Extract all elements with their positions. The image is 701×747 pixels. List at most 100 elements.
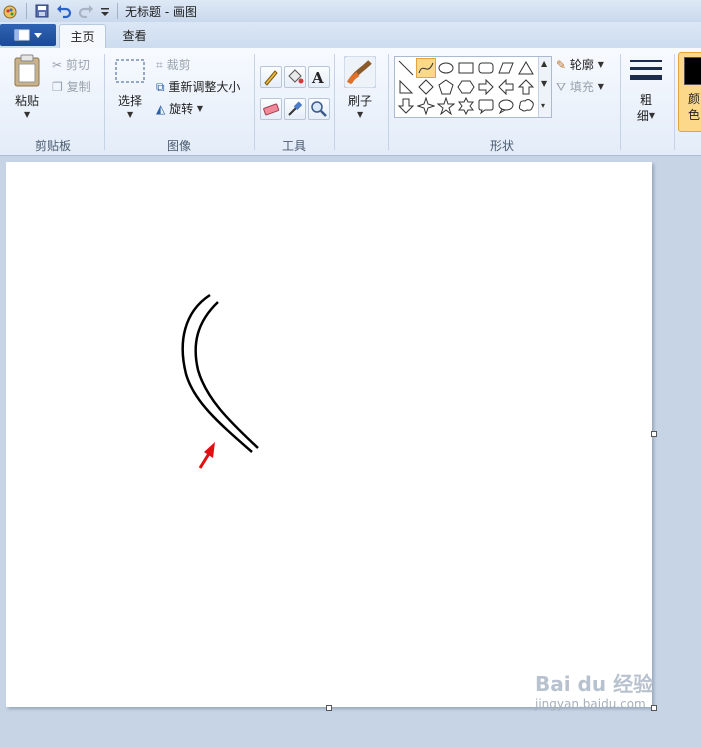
chevron-down-icon[interactable]: ▼ <box>24 110 30 119</box>
polygon-shape-icon[interactable] <box>497 59 515 77</box>
watermark-url: jingyan.baidu.com <box>535 697 646 711</box>
size-label-bottom-row: 细▼ <box>630 108 662 126</box>
left-arrow-shape-icon[interactable] <box>497 78 515 96</box>
current-color-swatch <box>684 57 701 85</box>
cloud-callout-shape-icon[interactable] <box>517 97 535 115</box>
select-icon[interactable] <box>114 58 146 87</box>
canvas-resize-handle-bottom[interactable] <box>326 705 332 711</box>
paint-menu-button[interactable] <box>0 24 56 46</box>
down-arrow-shape-icon[interactable] <box>397 97 415 115</box>
chevron-down-icon[interactable]: ▼ <box>127 110 133 119</box>
chevron-down-icon[interactable]: ▼ <box>541 79 547 88</box>
color-picker-icon[interactable] <box>284 98 306 120</box>
drawing-canvas[interactable] <box>6 162 652 707</box>
tools-group-label: 工具 <box>281 139 306 153</box>
rectangle-shape-icon[interactable] <box>457 59 475 77</box>
crop-button[interactable]: ⌗ 裁剪 <box>156 56 191 73</box>
magnifier-icon[interactable] <box>308 98 330 120</box>
crop-icon: ⌗ <box>156 58 163 72</box>
line-size-icon[interactable] <box>630 58 662 87</box>
watermark-brand: Bai du 经验 <box>535 672 654 696</box>
outline-button[interactable]: ✎ 轮廓 ▼ <box>556 56 604 73</box>
oval-callout-shape-icon[interactable] <box>497 97 515 115</box>
six-point-star-shape-icon[interactable] <box>457 97 475 115</box>
ribbon-home: 粘贴 ▼ ✂ 剪切 ❐ 复制 剪贴板 选择 ▼ ⌗ 裁剪 ⧉ 重新调整大小 ◭ … <box>0 48 701 156</box>
oval-shape-icon[interactable] <box>437 59 455 77</box>
chevron-down-icon[interactable]: ▼ <box>598 82 604 91</box>
undo-icon[interactable] <box>56 3 72 19</box>
tab-view[interactable]: 查看 <box>112 24 157 48</box>
group-separator <box>104 54 105 150</box>
group-separator <box>674 54 675 150</box>
fill-icon: ⛛ <box>556 80 567 94</box>
pentagon-shape-icon[interactable] <box>437 78 455 96</box>
paste-button[interactable]: 粘贴 <box>12 92 42 109</box>
chevron-up-icon[interactable]: ▲ <box>541 59 547 68</box>
five-point-star-shape-icon[interactable] <box>437 97 455 115</box>
color1-label: 颜 色 <box>679 91 701 123</box>
curve-shape-icon[interactable] <box>416 58 436 78</box>
expand-gallery-icon[interactable]: ▾ <box>541 101 545 110</box>
eraser-icon[interactable] <box>260 98 282 120</box>
fill-button[interactable]: ⛛ 填充 ▼ <box>556 78 604 95</box>
chevron-down-icon[interactable]: ▼ <box>598 60 604 69</box>
outline-label: 轮廓 <box>569 58 594 72</box>
resize-icon: ⧉ <box>156 80 165 94</box>
hexagon-shape-icon[interactable] <box>457 78 475 96</box>
brush-icon[interactable] <box>343 55 377 91</box>
size-button[interactable]: 粗 细▼ <box>630 92 662 126</box>
pencil-icon[interactable] <box>260 66 282 88</box>
paint-app-icon[interactable] <box>2 3 18 19</box>
baidu-watermark: Bai du 经验 jingyan.baidu.com <box>535 668 653 711</box>
drawn-curve-outer <box>181 293 253 453</box>
rounded-callout-shape-icon[interactable] <box>477 97 495 115</box>
cut-button[interactable]: ✂ 剪切 <box>52 56 90 73</box>
color-label-bottom: 色 <box>687 108 700 122</box>
resize-label: 重新调整大小 <box>168 80 241 94</box>
right-arrow-shape-icon[interactable] <box>477 78 495 96</box>
image-group-label: 图像 <box>166 139 191 153</box>
paste-icon[interactable] <box>12 54 42 91</box>
up-arrow-shape-icon[interactable] <box>517 78 535 96</box>
canvas-resize-handle-right[interactable] <box>651 431 657 437</box>
rounded-rectangle-shape-icon[interactable] <box>477 59 495 77</box>
save-icon[interactable] <box>34 3 50 19</box>
group-separator <box>620 54 621 150</box>
line-shape-icon[interactable] <box>397 59 415 77</box>
size-label-top: 粗 <box>639 93 652 107</box>
outline-icon: ✎ <box>556 58 567 72</box>
group-separator <box>388 54 389 150</box>
group-separator <box>334 54 335 150</box>
copy-button[interactable]: ❐ 复制 <box>52 78 91 95</box>
chevron-down-icon[interactable]: ▼ <box>197 104 203 113</box>
shapes-scrollbar[interactable]: ▲ ▼ ▾ <box>538 57 551 117</box>
text-icon[interactable]: A <box>308 66 330 88</box>
tab-home[interactable]: 主页 <box>59 24 106 49</box>
brushes-button[interactable]: 刷子 <box>340 92 380 109</box>
right-triangle-shape-icon[interactable] <box>397 78 415 96</box>
chevron-down-icon[interactable]: ▼ <box>649 111 655 120</box>
svg-text:A: A <box>311 69 324 87</box>
select-button[interactable]: 选择 <box>112 92 148 109</box>
resize-button[interactable]: ⧉ 重新调整大小 <box>156 78 240 95</box>
fill-bucket-icon[interactable] <box>284 66 306 88</box>
diamond-shape-icon[interactable] <box>417 78 435 96</box>
annotation-arrow-icon <box>198 442 215 469</box>
redo-icon[interactable] <box>78 3 94 19</box>
fill-label: 填充 <box>569 80 594 94</box>
title-divider <box>26 3 27 19</box>
size-label-bottom: 细 <box>636 109 649 123</box>
four-point-star-shape-icon[interactable] <box>417 97 435 115</box>
copy-icon: ❐ <box>52 80 63 94</box>
chevron-down-icon[interactable]: ▼ <box>357 110 363 119</box>
drawn-curve-inner <box>194 301 259 449</box>
rotate-button[interactable]: ◭ 旋转 ▼ <box>156 100 203 117</box>
title-bar: 无标题 - 画图 <box>0 0 701 23</box>
color-label-top: 颜 <box>687 92 700 106</box>
crop-label: 裁剪 <box>166 58 191 72</box>
customize-quick-access-icon[interactable] <box>99 3 115 19</box>
drawing-strokes <box>181 293 259 469</box>
rotate-label: 旋转 <box>169 102 194 116</box>
color1-button[interactable]: 颜 色 <box>678 52 701 132</box>
triangle-shape-icon[interactable] <box>517 59 535 77</box>
